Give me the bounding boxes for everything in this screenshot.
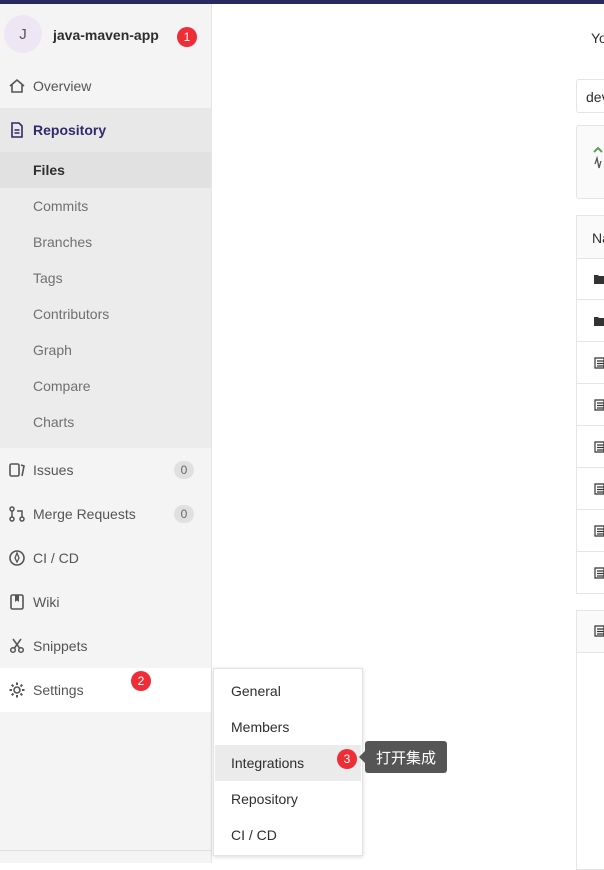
gear-icon	[9, 682, 25, 698]
sidebar-divider	[0, 850, 211, 851]
row-divider	[576, 467, 604, 468]
file-icon[interactable]	[594, 399, 604, 411]
merge-request-icon	[9, 506, 25, 522]
file-icon[interactable]	[594, 483, 604, 495]
merge-requests-count-badge: 0	[174, 505, 194, 523]
row-divider	[576, 593, 604, 594]
settings-menu-repository[interactable]: Repository	[215, 781, 361, 817]
step-marker-2: 2	[131, 671, 151, 691]
project-avatar[interactable]: J	[4, 15, 42, 53]
sidebar-item-label: Issues	[33, 462, 74, 478]
book-icon	[10, 594, 24, 610]
row-divider	[576, 341, 604, 342]
project-header[interactable]: J java-maven-app 1	[0, 4, 211, 64]
sidebar-item-snippets[interactable]: Snippets	[0, 624, 211, 668]
sidebar-subitem-graph[interactable]: Graph	[0, 332, 211, 368]
file-icon[interactable]	[594, 357, 604, 369]
sidebar-item-label: Snippets	[33, 638, 88, 654]
commit-avatar-icon	[593, 146, 603, 169]
home-icon	[9, 78, 25, 93]
subitem-label: Compare	[33, 378, 91, 394]
last-commit-box	[576, 125, 604, 199]
file-icon[interactable]	[594, 441, 604, 453]
file-icon[interactable]	[594, 525, 604, 537]
row-divider	[576, 551, 604, 552]
subitem-label: Files	[33, 162, 65, 178]
menu-item-label: Repository	[231, 791, 298, 807]
sidebar-item-label: Wiki	[33, 594, 60, 610]
sidebar-item-label: Settings	[33, 682, 84, 698]
issues-count-badge: 0	[174, 461, 194, 479]
sidebar-item-merge-requests[interactable]: Merge Requests 0	[0, 492, 211, 536]
document-icon	[11, 122, 23, 138]
file-table-header: Na	[576, 215, 604, 259]
issues-icon	[9, 463, 25, 477]
subitem-label: Contributors	[33, 306, 110, 322]
branch-dropdown[interactable]: dev	[576, 79, 604, 113]
sidebar-subitem-branches[interactable]: Branches	[0, 224, 211, 260]
sidebar-subitem-contributors[interactable]: Contributors	[0, 296, 211, 332]
sidebar-item-settings[interactable]: Settings 2	[0, 668, 211, 712]
settings-menu-general[interactable]: General	[215, 673, 361, 709]
menu-item-label: Integrations	[231, 755, 305, 771]
sidebar-item-repository[interactable]: Repository	[0, 108, 211, 152]
sidebar-subitem-compare[interactable]: Compare	[0, 368, 211, 404]
sidebar-item-label: CI / CD	[33, 550, 79, 566]
sidebar-item-issues[interactable]: Issues 0	[0, 448, 211, 492]
step-marker-3: 3	[337, 749, 357, 769]
subitem-label: Charts	[33, 414, 75, 430]
sidebar-subitem-files[interactable]: Files	[0, 152, 211, 188]
settings-menu-integrations[interactable]: Integrations 3	[215, 745, 361, 781]
project-sidebar: J java-maven-app 1 Overview Repository F…	[0, 4, 212, 863]
annotation-tooltip: 打开集成	[359, 741, 447, 773]
settings-menu-members[interactable]: Members	[215, 709, 361, 745]
sidebar-item-wiki[interactable]: Wiki	[0, 580, 211, 624]
subitem-label: Commits	[33, 198, 89, 214]
sidebar-item-ci-cd[interactable]: CI / CD	[0, 536, 211, 580]
sidebar-subitem-commits[interactable]: Commits	[0, 188, 211, 224]
file-icon[interactable]	[594, 567, 604, 579]
rocket-icon	[9, 550, 25, 566]
sidebar-item-overview[interactable]: Overview	[0, 64, 211, 108]
file-table-header-label: Na	[592, 230, 604, 246]
row-divider	[576, 299, 604, 300]
row-divider	[576, 383, 604, 384]
main-header-text: Yo	[591, 30, 604, 46]
row-divider	[576, 509, 604, 510]
menu-item-label: General	[231, 683, 281, 699]
step-marker-1: 1	[177, 27, 197, 47]
menu-item-label: Members	[231, 719, 290, 735]
project-name[interactable]: java-maven-app	[53, 27, 159, 43]
subitem-label: Tags	[33, 270, 63, 286]
folder-icon[interactable]	[594, 315, 604, 327]
branch-dropdown-label: dev	[586, 89, 604, 105]
sidebar-item-label: Merge Requests	[33, 506, 136, 522]
sidebar-subitem-charts[interactable]: Charts	[0, 404, 211, 440]
subitem-label: Branches	[33, 234, 93, 250]
subitem-label: Graph	[33, 342, 72, 358]
sidebar-item-label: Overview	[33, 78, 92, 94]
scissors-icon	[9, 638, 25, 654]
readme-panel	[576, 610, 604, 870]
menu-item-label: CI / CD	[231, 827, 277, 843]
table-left-border	[576, 259, 577, 594]
file-icon	[594, 625, 604, 637]
readme-header	[577, 611, 604, 653]
row-divider	[576, 425, 604, 426]
settings-menu-ci-cd[interactable]: CI / CD	[215, 817, 361, 853]
folder-icon[interactable]	[594, 273, 604, 285]
settings-flyout-menu: General Members Integrations 3 Repositor…	[213, 668, 363, 856]
sidebar-item-label: Repository	[33, 122, 107, 138]
sidebar-subitem-tags[interactable]: Tags	[0, 260, 211, 296]
